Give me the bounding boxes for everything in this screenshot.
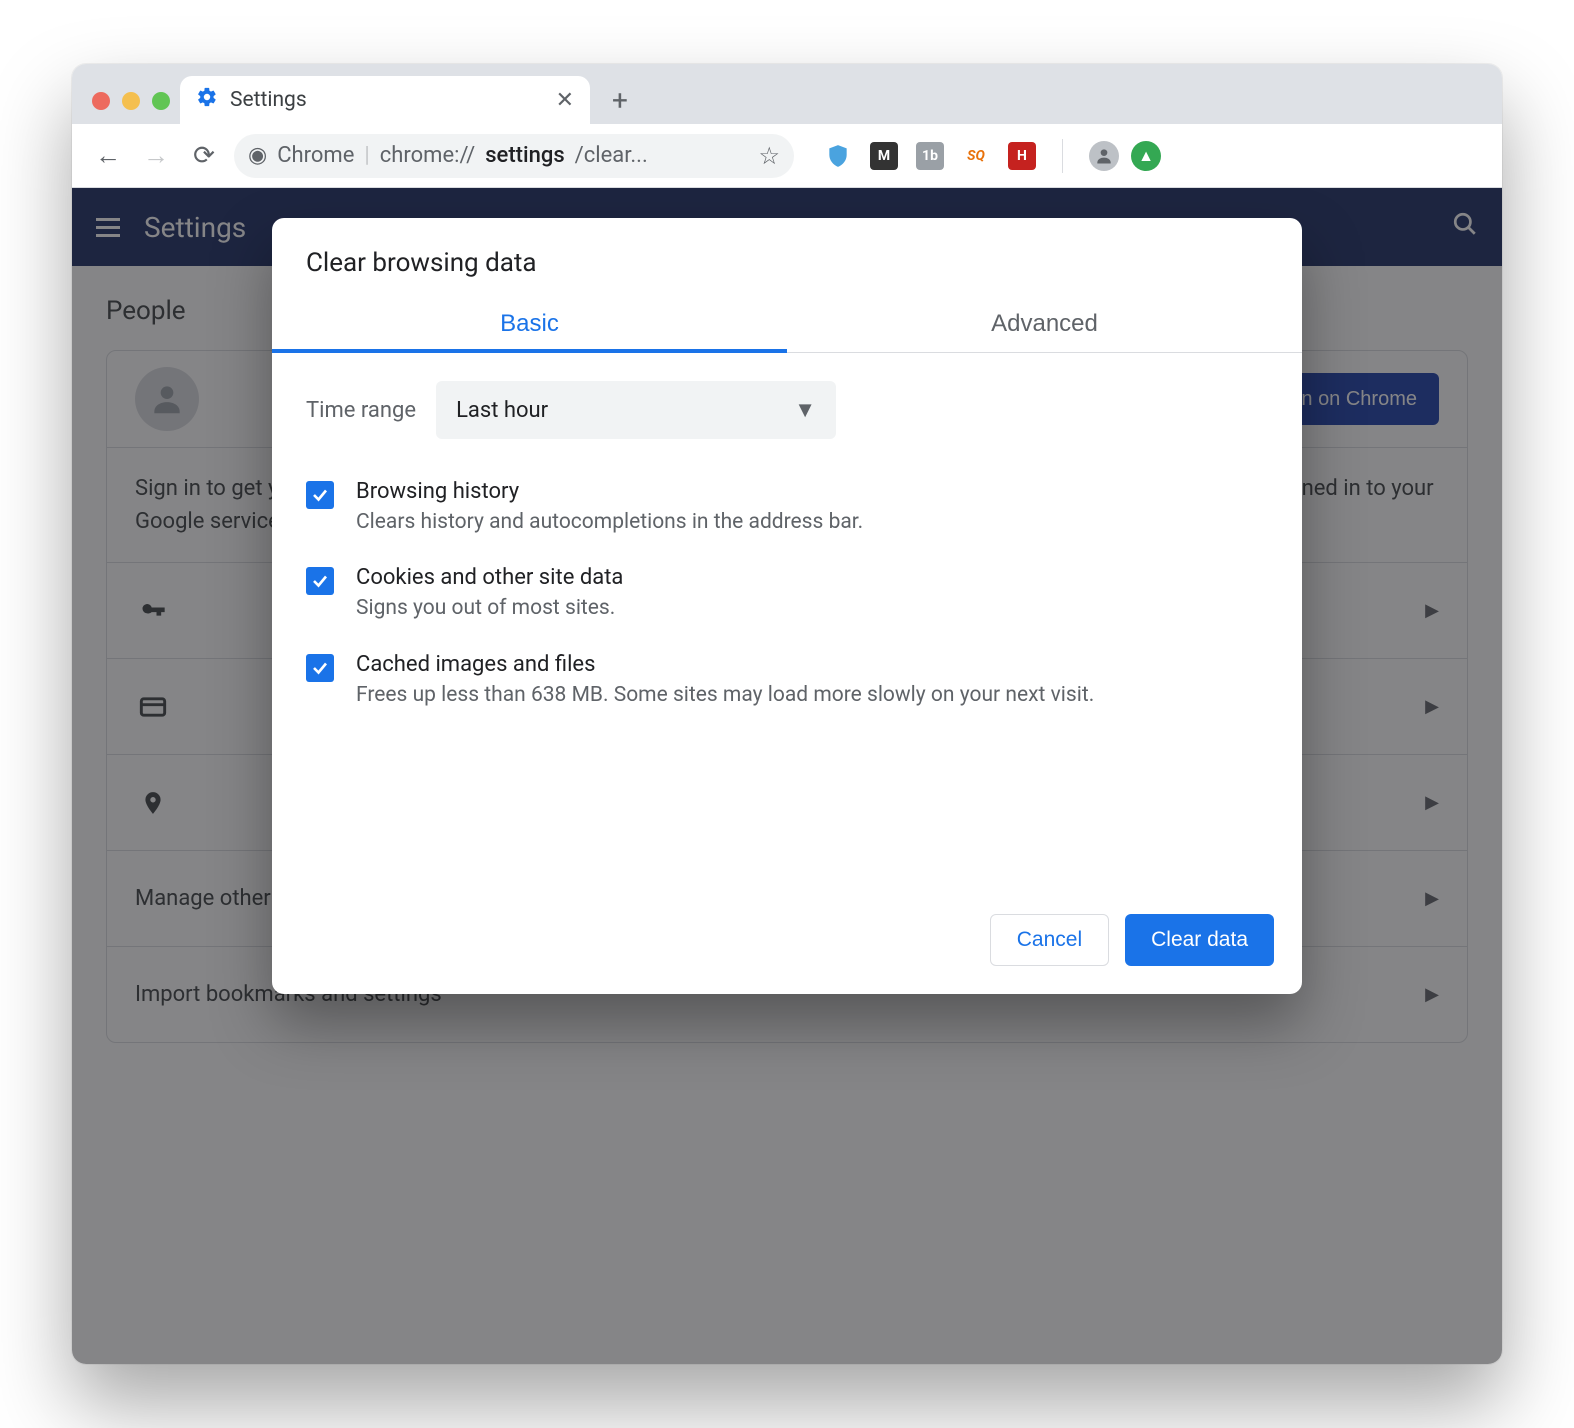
gear-icon	[196, 86, 218, 114]
option-desc: Signs you out of most sites.	[356, 594, 623, 623]
tab-strip: Settings ✕ +	[72, 64, 1502, 124]
tab-advanced[interactable]: Advanced	[787, 296, 1302, 352]
tab-basic[interactable]: Basic	[272, 296, 787, 352]
maximize-window-button[interactable]	[152, 92, 170, 110]
toolbar-divider	[1062, 139, 1063, 173]
option-desc: Clears history and autocompletions in th…	[356, 508, 863, 537]
option-title: Cookies and other site data	[356, 565, 623, 590]
time-range-select[interactable]: Last hour ▼	[436, 381, 836, 439]
update-button[interactable]: ▲	[1131, 141, 1161, 171]
url-prefix: Chrome	[277, 143, 354, 168]
checkbox-cache[interactable]	[306, 654, 334, 682]
dialog-body: Time range Last hour ▼ Browsing history …	[272, 353, 1302, 734]
dialog-title: Clear browsing data	[272, 218, 1302, 296]
back-button[interactable]: ←	[90, 138, 126, 174]
chevron-down-icon: ▼	[794, 397, 816, 423]
checkbox-cookies[interactable]	[306, 567, 334, 595]
clear-data-button[interactable]: Clear data	[1125, 914, 1274, 966]
extension-h-icon[interactable]: H	[1008, 142, 1036, 170]
chrome-icon: ◉	[248, 143, 267, 168]
extension-shield-icon[interactable]	[824, 142, 852, 170]
url-path-rest: /clear...	[575, 143, 648, 168]
address-bar[interactable]: ◉ Chrome | chrome://settings/clear... ☆	[234, 134, 794, 178]
browser-tab[interactable]: Settings ✕	[180, 76, 590, 124]
dialog-tabs: Basic Advanced	[272, 296, 1302, 353]
url-path-bold: settings	[485, 143, 564, 168]
browser-toolbar: ← → ⟳ ◉ Chrome | chrome://settings/clear…	[72, 124, 1502, 188]
minimize-window-button[interactable]	[122, 92, 140, 110]
option-desc: Frees up less than 638 MB. Some sites ma…	[356, 681, 1094, 710]
close-tab-icon[interactable]: ✕	[556, 88, 574, 113]
window-controls	[86, 92, 180, 124]
forward-button[interactable]: →	[138, 138, 174, 174]
tab-title: Settings	[230, 88, 307, 112]
option-cache: Cached images and files Frees up less th…	[306, 638, 1268, 724]
extension-icons: M 1b SQ H	[824, 142, 1036, 170]
clear-browsing-data-dialog: Clear browsing data Basic Advanced Time …	[272, 218, 1302, 994]
dialog-footer: Cancel Clear data	[272, 894, 1302, 994]
url-scheme: chrome://	[380, 143, 475, 168]
option-title: Cached images and files	[356, 652, 1094, 677]
time-range-row: Time range Last hour ▼	[306, 381, 1268, 439]
reload-button[interactable]: ⟳	[186, 138, 222, 174]
option-cookies: Cookies and other site data Signs you ou…	[306, 551, 1268, 637]
cancel-button[interactable]: Cancel	[990, 914, 1109, 966]
time-range-label: Time range	[306, 398, 416, 423]
profile-button[interactable]	[1089, 141, 1119, 171]
page-content: Settings People Turn on Chrome Sign in t…	[72, 188, 1502, 1364]
checkbox-browsing-history[interactable]	[306, 481, 334, 509]
new-tab-button[interactable]: +	[600, 80, 640, 120]
option-browsing-history: Browsing history Clears history and auto…	[306, 465, 1268, 551]
extension-1b-icon[interactable]: 1b	[916, 142, 944, 170]
time-range-value: Last hour	[456, 398, 548, 423]
extension-sq-icon[interactable]: SQ	[962, 142, 990, 170]
option-title: Browsing history	[356, 479, 863, 504]
close-window-button[interactable]	[92, 92, 110, 110]
extension-m-icon[interactable]: M	[870, 142, 898, 170]
browser-window: Settings ✕ + ← → ⟳ ◉ Chrome | chrome://s…	[72, 64, 1502, 1364]
bookmark-star-icon[interactable]: ☆	[758, 142, 780, 170]
